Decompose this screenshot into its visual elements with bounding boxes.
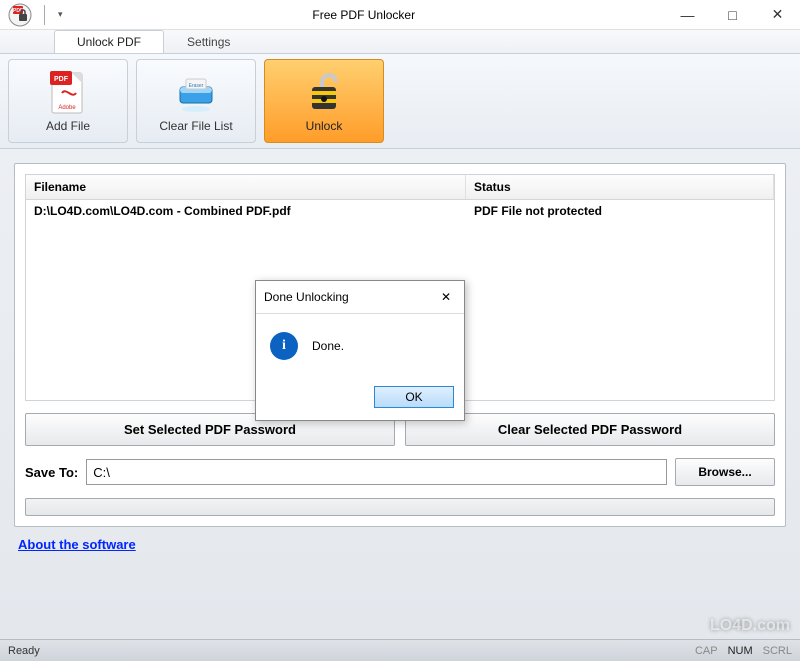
unlock-button[interactable]: Unlock [264, 59, 384, 143]
svg-text:Adobe: Adobe [58, 105, 76, 111]
titlebar: PDF ▾ Free PDF Unlocker — □ ✕ [0, 0, 800, 30]
tab-unlock-pdf[interactable]: Unlock PDF [54, 30, 164, 53]
table-row[interactable]: D:\LO4D.com\LO4D.com - Combined PDF.pdf … [26, 200, 774, 222]
dialog-footer: OK [256, 378, 464, 420]
col-filename-header[interactable]: Filename [26, 175, 466, 199]
maximize-button[interactable]: □ [710, 0, 755, 30]
done-dialog: Done Unlocking ✕ i Done. OK [255, 280, 465, 421]
ribbon-tabs: Unlock PDF Settings [0, 30, 800, 54]
statusbar: Ready CAP NUM SCRL [0, 639, 800, 661]
dialog-title-text: Done Unlocking [264, 290, 349, 304]
ribbon: PDF Adobe Add File Eraser Clear File Lis… [0, 54, 800, 149]
save-to-label: Save To: [25, 465, 78, 480]
dialog-message: Done. [312, 339, 344, 353]
cell-filename: D:\LO4D.com\LO4D.com - Combined PDF.pdf [34, 204, 474, 218]
tab-settings[interactable]: Settings [164, 30, 253, 53]
status-cap: CAP [695, 645, 718, 657]
save-to-input[interactable] [86, 459, 667, 485]
add-file-label: Add File [46, 119, 90, 133]
dialog-body: i Done. [256, 314, 464, 378]
table-header: Filename Status [26, 175, 774, 200]
qat-handle [44, 5, 52, 25]
cell-status: PDF File not protected [474, 204, 766, 218]
app-icon: PDF [8, 3, 32, 27]
clear-file-list-button[interactable]: Eraser Clear File List [136, 59, 256, 143]
minimize-button[interactable]: — [665, 0, 710, 30]
status-scrl: SCRL [763, 645, 792, 657]
save-to-row: Save To: Browse... [25, 458, 775, 486]
svg-text:PDF: PDF [54, 76, 69, 83]
pdf-file-icon: PDF Adobe [44, 69, 92, 117]
close-button[interactable]: ✕ [755, 0, 800, 30]
status-num: NUM [728, 645, 753, 657]
padlock-open-icon [300, 69, 348, 117]
svg-text:Eraser: Eraser [189, 83, 204, 89]
ok-button[interactable]: OK [374, 386, 454, 408]
col-status-header[interactable]: Status [466, 175, 774, 199]
info-icon: i [270, 332, 298, 360]
dialog-close-button[interactable]: ✕ [436, 287, 456, 307]
about-link[interactable]: About the software [14, 527, 786, 552]
window-title: Free PDF Unlocker [63, 8, 665, 22]
add-file-button[interactable]: PDF Adobe Add File [8, 59, 128, 143]
dialog-titlebar: Done Unlocking ✕ [256, 281, 464, 314]
status-ready: Ready [8, 645, 40, 657]
progress-bar [25, 498, 775, 516]
clear-file-list-label: Clear File List [159, 119, 232, 133]
eraser-icon: Eraser [172, 69, 220, 117]
unlock-label: Unlock [306, 119, 343, 133]
browse-button[interactable]: Browse... [675, 458, 775, 486]
window-controls: — □ ✕ [665, 0, 800, 30]
